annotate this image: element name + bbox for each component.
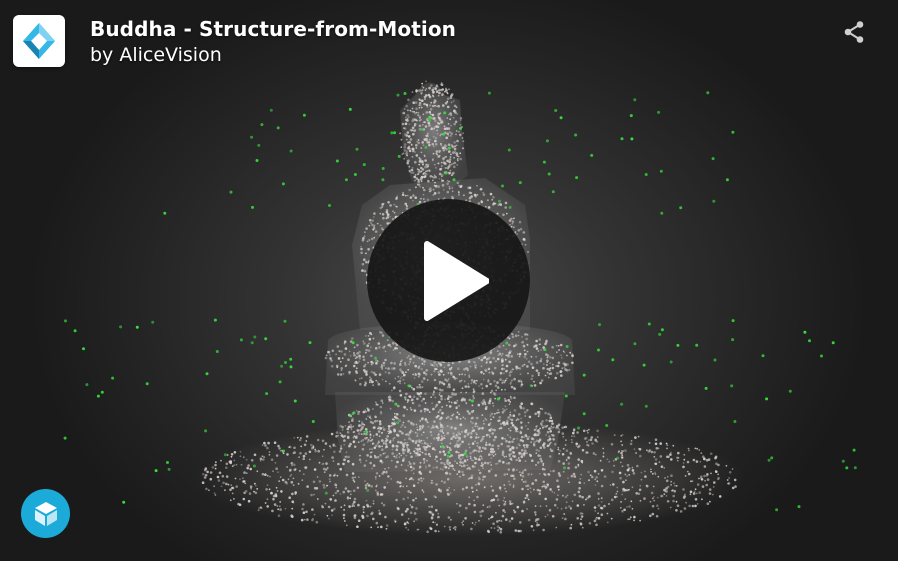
play-button[interactable]	[367, 199, 530, 362]
model-title[interactable]: Buddha - Structure-from-Motion	[90, 16, 456, 42]
model-viewer[interactable]: Buddha - Structure-from-Motion by AliceV…	[0, 0, 898, 561]
model-header: Buddha - Structure-from-Motion by AliceV…	[13, 15, 456, 68]
model-thumbnail[interactable]	[13, 15, 65, 67]
share-button[interactable]	[840, 18, 868, 46]
share-icon	[844, 21, 864, 43]
sketchfab-logo-icon	[34, 501, 57, 526]
author-link[interactable]: by AliceVision	[90, 42, 456, 68]
play-icon	[423, 240, 489, 321]
sketchfab-logo-button[interactable]	[21, 489, 70, 538]
alicevision-logo-icon	[23, 23, 55, 59]
